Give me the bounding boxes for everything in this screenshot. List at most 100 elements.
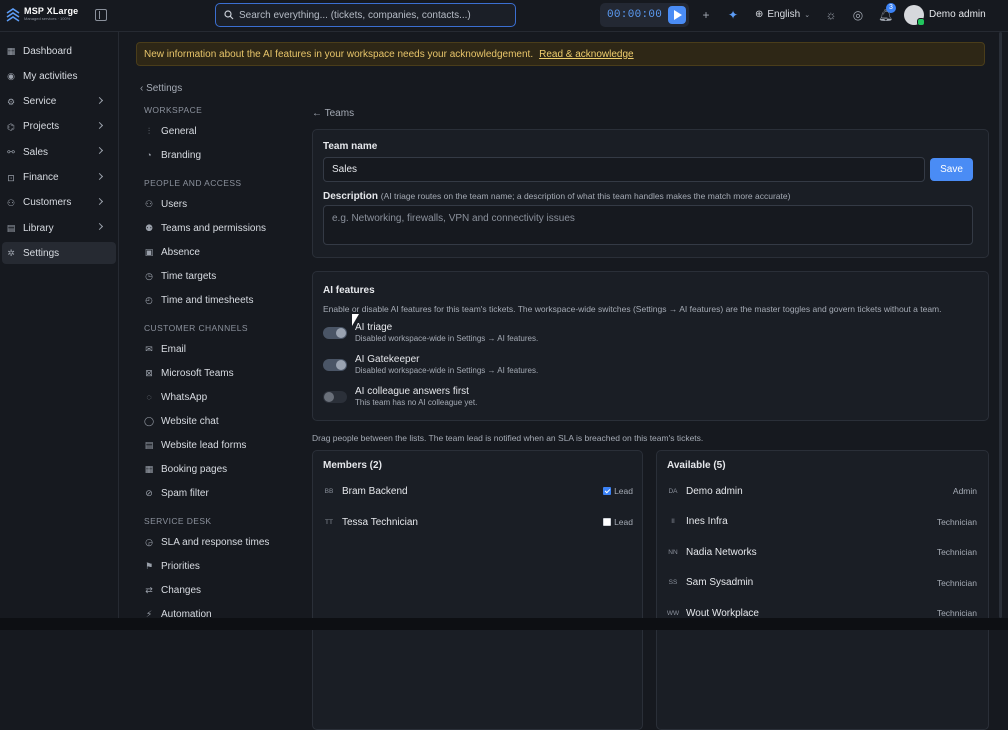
- settings-item-website-chat[interactable]: ◯ Website chat: [140, 411, 290, 431]
- settings-item-booking-pages[interactable]: ▦ Booking pages: [140, 459, 290, 479]
- person-role: Technician: [936, 577, 977, 588]
- chevron-right-icon: [95, 197, 104, 205]
- megaphone-icon[interactable]: ✦: [726, 8, 740, 22]
- members-title: Members (2): [323, 460, 382, 471]
- person-initials: SS: [668, 579, 678, 586]
- help-icon[interactable]: ◎: [851, 8, 865, 22]
- checkbox-icon[interactable]: [603, 518, 612, 526]
- ai-feature-toggle[interactable]: [323, 327, 347, 339]
- settings-item-label: General: [161, 125, 197, 137]
- checkbox-icon[interactable]: [603, 487, 612, 495]
- settings-nav: ‹ Settings WORKSPACE ⫶ General ◔ Branding PEO…: [120, 76, 298, 630]
- sidebar-item-settings[interactable]: ✲ Settings: [2, 242, 116, 265]
- settings-item-website-lead-forms[interactable]: ▤ Website lead forms: [140, 435, 290, 455]
- chevron-right-icon: [95, 121, 104, 129]
- search-input[interactable]: [239, 9, 509, 21]
- settings-item-time-targets[interactable]: ◷ Time targets: [140, 266, 290, 286]
- settings-item-label: Website lead forms: [161, 439, 247, 451]
- breadcrumb[interactable]: ← Teams: [312, 108, 354, 119]
- search-icon: [224, 10, 234, 20]
- settings-item-label: Time and timesheets: [161, 294, 254, 306]
- sidebar-item-library[interactable]: ▤ Library: [2, 217, 116, 239]
- sales-icon: ⚯: [7, 147, 15, 158]
- acknowledge-link[interactable]: Read & acknowledge: [539, 49, 634, 60]
- play-icon[interactable]: [668, 6, 686, 24]
- settings-item-priorities[interactable]: ⚑ Priorities: [140, 556, 290, 576]
- notification-badge: 3: [886, 3, 896, 13]
- settings-item-spam-filter[interactable]: ⊘ Spam filter: [140, 483, 290, 503]
- user-name[interactable]: Demo admin: [929, 9, 986, 20]
- app-logo[interactable]: MSP XLarge Managed services · 100%: [6, 7, 78, 22]
- member-row[interactable]: TT Tessa Technician Lead: [317, 509, 639, 535]
- sidebar-item-projects[interactable]: ⌬ Projects: [2, 116, 116, 138]
- plus-icon[interactable]: +: [699, 8, 713, 22]
- settings-section-heading: WORKSPACE: [144, 105, 203, 115]
- ms-teams-icon: ⊠: [145, 368, 153, 378]
- members-list[interactable]: Members (2) BB Bram Backend Lead TT Tessa Te…: [312, 450, 643, 730]
- available-person-row[interactable]: SS Sam Sysadmin Technician: [661, 570, 983, 596]
- save-button[interactable]: Save: [930, 158, 973, 181]
- settings-item-teams-and-permissions[interactable]: ⚉ Teams and permissions: [140, 218, 290, 238]
- settings-back-link[interactable]: ‹ Settings: [140, 83, 182, 94]
- settings-item-changes[interactable]: ⇄ Changes: [140, 580, 290, 600]
- settings-item-label: SLA and response times: [161, 536, 270, 548]
- sidebar-item-label: Customers: [23, 197, 72, 209]
- sidebar-item-label: Projects: [23, 121, 60, 133]
- clock-icon: ◷: [145, 271, 153, 281]
- available-person-row[interactable]: II Ines Infra Technician: [661, 509, 983, 535]
- available-title: Available (5): [667, 460, 726, 471]
- sidebar-item-finance[interactable]: ⊡ Finance: [2, 167, 116, 189]
- sidebar-item-my-activities[interactable]: ◉ My activities: [2, 65, 116, 87]
- available-list[interactable]: Available (5) DA Demo admin Admin II Ines In…: [656, 450, 989, 730]
- global-search[interactable]: [215, 3, 516, 27]
- team-name-label: Team name: [323, 141, 378, 152]
- settings-item-label: WhatsApp: [161, 391, 208, 403]
- available-person-row[interactable]: NN Nadia Networks Technician: [661, 539, 983, 565]
- settings-item-time-and-timesheets[interactable]: ◴ Time and timesheets: [140, 290, 290, 310]
- member-row[interactable]: BB Bram Backend Lead: [317, 478, 639, 504]
- sidebar-item-label: My activities: [23, 70, 78, 82]
- settings-item-branding[interactable]: ◔ Branding: [140, 145, 290, 165]
- sidebar-item-dashboard[interactable]: ▦ Dashboard: [2, 40, 116, 62]
- booking-icon: ▦: [144, 464, 154, 474]
- settings-item-microsoft-teams[interactable]: ⊠ Microsoft Teams: [140, 363, 290, 383]
- sidebar-item-customers[interactable]: ⚇ Customers: [2, 192, 116, 214]
- language-select[interactable]: ⊕ English ⌄: [755, 9, 810, 20]
- settings-item-label: Email: [161, 343, 187, 355]
- settings-item-email[interactable]: ✉ Email: [140, 339, 290, 359]
- settings-item-sla-and-response-times[interactable]: ◶ SLA and response times: [140, 532, 290, 552]
- arrow-left-icon: ←: [312, 108, 325, 119]
- page-scrollbar[interactable]: [999, 32, 1002, 618]
- sidebar-item-service[interactable]: ⚙ Service: [2, 91, 116, 113]
- time-tracker: 00:00:00: [600, 3, 689, 27]
- settings-item-whatsapp[interactable]: ◌ WhatsApp: [140, 387, 290, 407]
- ai-feature-toggle[interactable]: [323, 359, 347, 371]
- chevron-right-icon: [95, 147, 104, 155]
- theme-sun-icon[interactable]: ☼: [824, 8, 838, 22]
- settings-item-users[interactable]: ⚇ Users: [140, 194, 290, 214]
- breadcrumb-label: Teams: [324, 108, 355, 119]
- description-title: Description: [323, 191, 379, 202]
- sidebar: ▦ Dashboard ◉ My activities ⚙ Service ⌬ Project…: [0, 32, 119, 630]
- settings-item-label: Time targets: [161, 270, 217, 282]
- available-person-row[interactable]: DA Demo admin Admin: [661, 478, 983, 504]
- lead-checkbox[interactable]: Lead: [603, 486, 633, 496]
- team-name-field[interactable]: Sales: [323, 157, 925, 182]
- person-role: Admin: [952, 486, 977, 496]
- settings-item-label: Branding: [161, 149, 202, 161]
- settings-back-label: Settings: [146, 83, 183, 94]
- form-icon: ▤: [144, 440, 154, 450]
- sidebar-collapse-icon[interactable]: [95, 9, 107, 21]
- description-textarea[interactable]: e.g. Networking, firewalls, VPN and conn…: [323, 205, 973, 245]
- settings-item-label: Website chat: [161, 415, 219, 427]
- avatar[interactable]: [904, 5, 925, 26]
- mouse-cursor-icon: [352, 314, 359, 326]
- lead-checkbox[interactable]: Lead: [603, 517, 633, 527]
- settings-item-absence[interactable]: ▣ Absence: [140, 242, 290, 262]
- settings-item-label: Teams and permissions: [161, 222, 267, 234]
- whatsapp-icon: ◌: [146, 392, 152, 402]
- ai-feature-toggle[interactable]: [323, 391, 347, 403]
- settings-item-general[interactable]: ⫶ General: [140, 121, 290, 141]
- sidebar-item-sales[interactable]: ⚯ Sales: [2, 141, 116, 163]
- person-name: Ines Infra: [686, 516, 728, 527]
